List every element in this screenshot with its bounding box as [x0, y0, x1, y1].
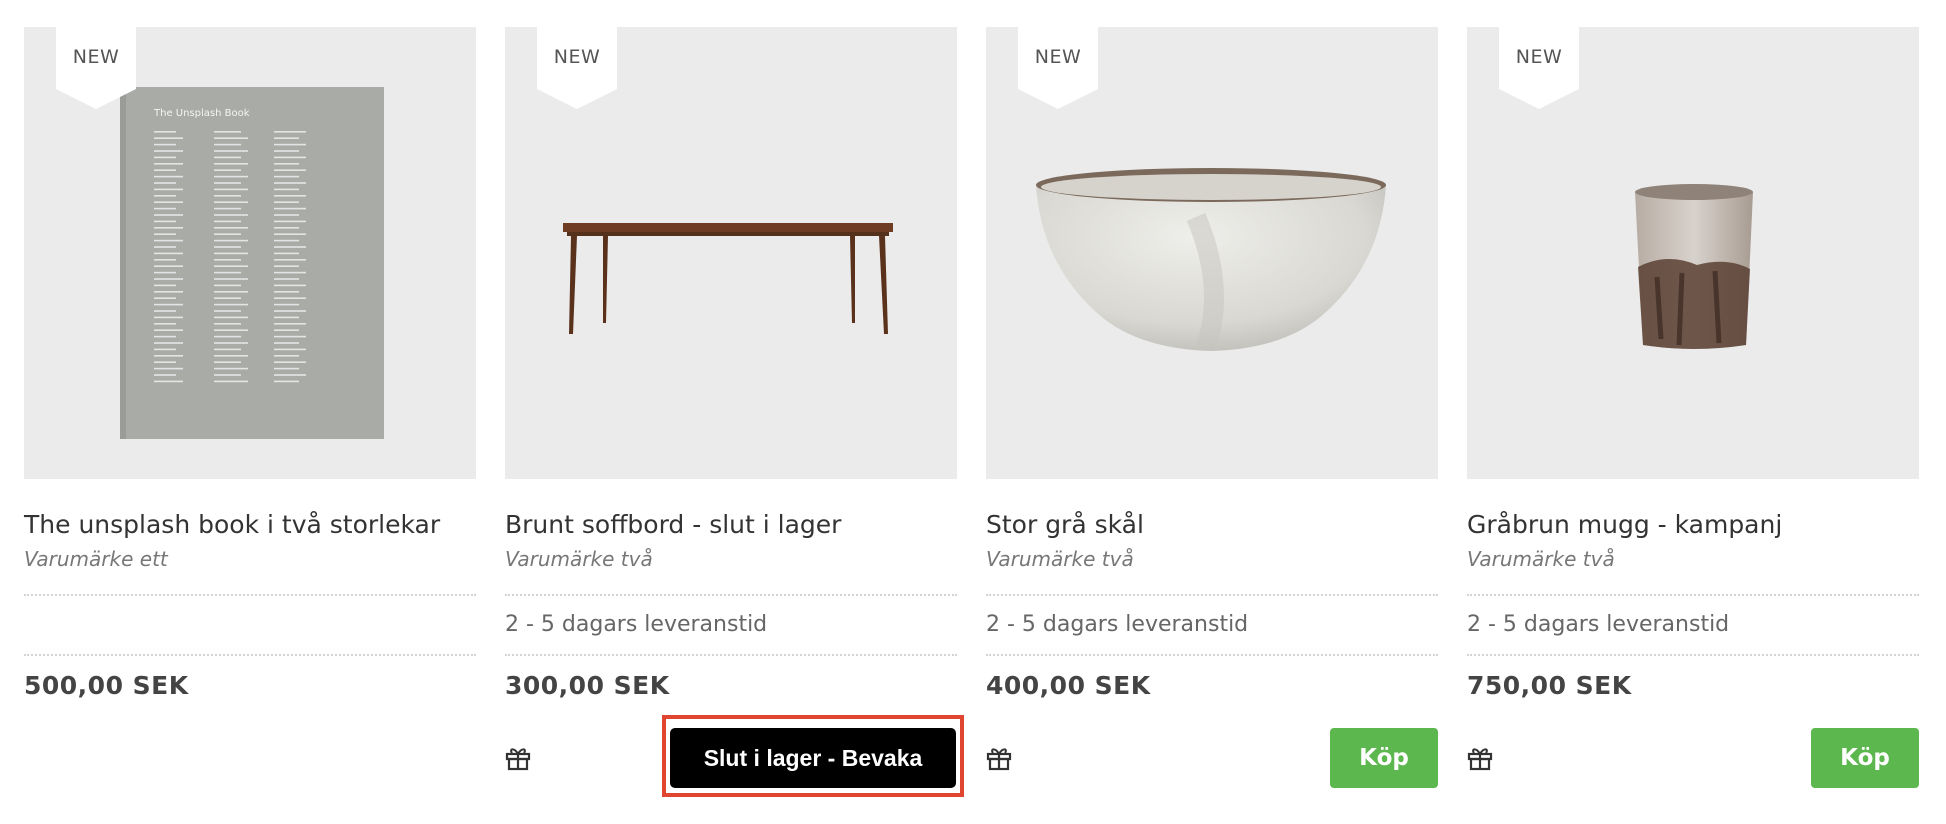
- gift-icon[interactable]: [505, 745, 531, 771]
- product-image[interactable]: NEW: [1467, 27, 1919, 479]
- product-brand: Varumärke två: [1467, 547, 1615, 571]
- delivery-time: [24, 596, 476, 654]
- out-of-stock-notify-button[interactable]: Slut i lager - Bevaka: [670, 728, 956, 788]
- buy-button[interactable]: Köp: [1330, 728, 1438, 788]
- product-card: NEW Gråbrun mugg - kampanj Varumärke två…: [1467, 27, 1919, 788]
- divider: [986, 654, 1438, 656]
- product-title[interactable]: Stor grå skål: [986, 510, 1438, 540]
- product-image[interactable]: NEW: [986, 27, 1438, 479]
- product-actions: Köp: [1467, 728, 1919, 788]
- product-price: 300,00 SEK: [505, 671, 670, 700]
- product-brand: Varumärke två: [505, 547, 653, 571]
- notify-highlight: Slut i lager - Bevaka: [662, 715, 964, 797]
- product-actions: Köp: [986, 728, 1438, 788]
- new-badge: NEW: [537, 27, 617, 109]
- product-title[interactable]: Gråbrun mugg - kampanj: [1467, 510, 1919, 540]
- new-badge: NEW: [1499, 27, 1579, 109]
- product-price: 750,00 SEK: [1467, 671, 1632, 700]
- product-grid: The Unsplash Book NEW The unsplash book …: [24, 27, 1924, 797]
- product-brand: Varumärke ett: [24, 547, 168, 571]
- svg-text:The Unsplash Book: The Unsplash Book: [153, 108, 250, 119]
- divider: [505, 654, 957, 656]
- product-card: The Unsplash Book NEW The unsplash book …: [24, 27, 476, 788]
- product-title[interactable]: The unsplash book i två storlekar: [24, 510, 476, 540]
- product-card: NEW Brunt soffbord - slut i lager Varumä…: [505, 27, 964, 797]
- product-actions: [24, 728, 476, 788]
- delivery-time: 2 - 5 dagars leveranstid: [1467, 612, 1730, 637]
- product-actions: Slut i lager - Bevaka: [505, 715, 964, 797]
- product-brand: Varumärke två: [986, 547, 1134, 571]
- delivery-time: 2 - 5 dagars leveranstid: [986, 612, 1249, 637]
- gift-icon[interactable]: [1467, 745, 1493, 771]
- new-badge: NEW: [1018, 27, 1098, 109]
- product-image[interactable]: NEW: [505, 27, 957, 479]
- gift-icon[interactable]: [986, 745, 1012, 771]
- product-price: 500,00 SEK: [24, 671, 189, 700]
- product-price: 400,00 SEK: [986, 671, 1151, 700]
- delivery-time: 2 - 5 dagars leveranstid: [505, 612, 768, 637]
- product-title[interactable]: Brunt soffbord - slut i lager: [505, 510, 957, 540]
- product-image[interactable]: The Unsplash Book NEW: [24, 27, 476, 479]
- buy-button[interactable]: Köp: [1811, 728, 1919, 788]
- new-badge: NEW: [56, 27, 136, 109]
- divider: [1467, 654, 1919, 656]
- divider: [24, 654, 476, 656]
- product-card: NEW Stor grå skål Varumärke två 2 - 5 da…: [986, 27, 1438, 788]
